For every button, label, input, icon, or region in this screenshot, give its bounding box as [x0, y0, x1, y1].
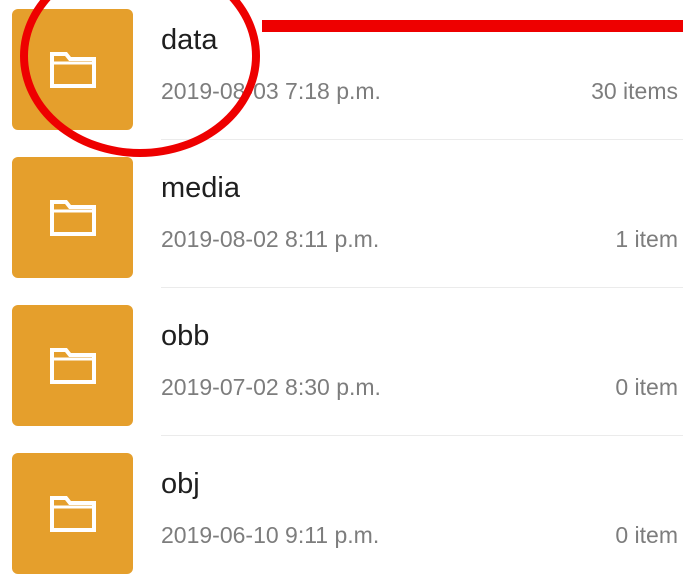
folder-tile — [12, 305, 133, 426]
annotation-highlight-line — [262, 20, 683, 32]
list-item-obj[interactable]: obj 2019-06-10 9:11 p.m. 0 item — [0, 436, 683, 584]
folder-date: 2019-07-02 8:30 p.m. — [161, 374, 381, 400]
folder-item-count: 0 item — [615, 522, 678, 548]
folder-tile — [12, 157, 133, 278]
folder-name: obj — [161, 468, 200, 500]
folder-tile — [12, 453, 133, 574]
folder-name: media — [161, 172, 240, 204]
folder-item-count: 30 items — [591, 78, 678, 104]
folder-item-count: 0 item — [615, 374, 678, 400]
folder-date: 2019-06-10 9:11 p.m. — [161, 522, 380, 548]
folder-icon — [50, 496, 96, 532]
list-item-media[interactable]: media 2019-08-02 8:11 p.m. 1 item — [0, 140, 683, 288]
folder-icon — [50, 200, 96, 236]
list-item-obb[interactable]: obb 2019-07-02 8:30 p.m. 0 item — [0, 288, 683, 436]
folder-item-count: 1 item — [615, 226, 678, 252]
folder-icon — [50, 348, 96, 384]
folder-name: obb — [161, 320, 210, 352]
folder-date: 2019-08-02 8:11 p.m. — [161, 226, 380, 252]
